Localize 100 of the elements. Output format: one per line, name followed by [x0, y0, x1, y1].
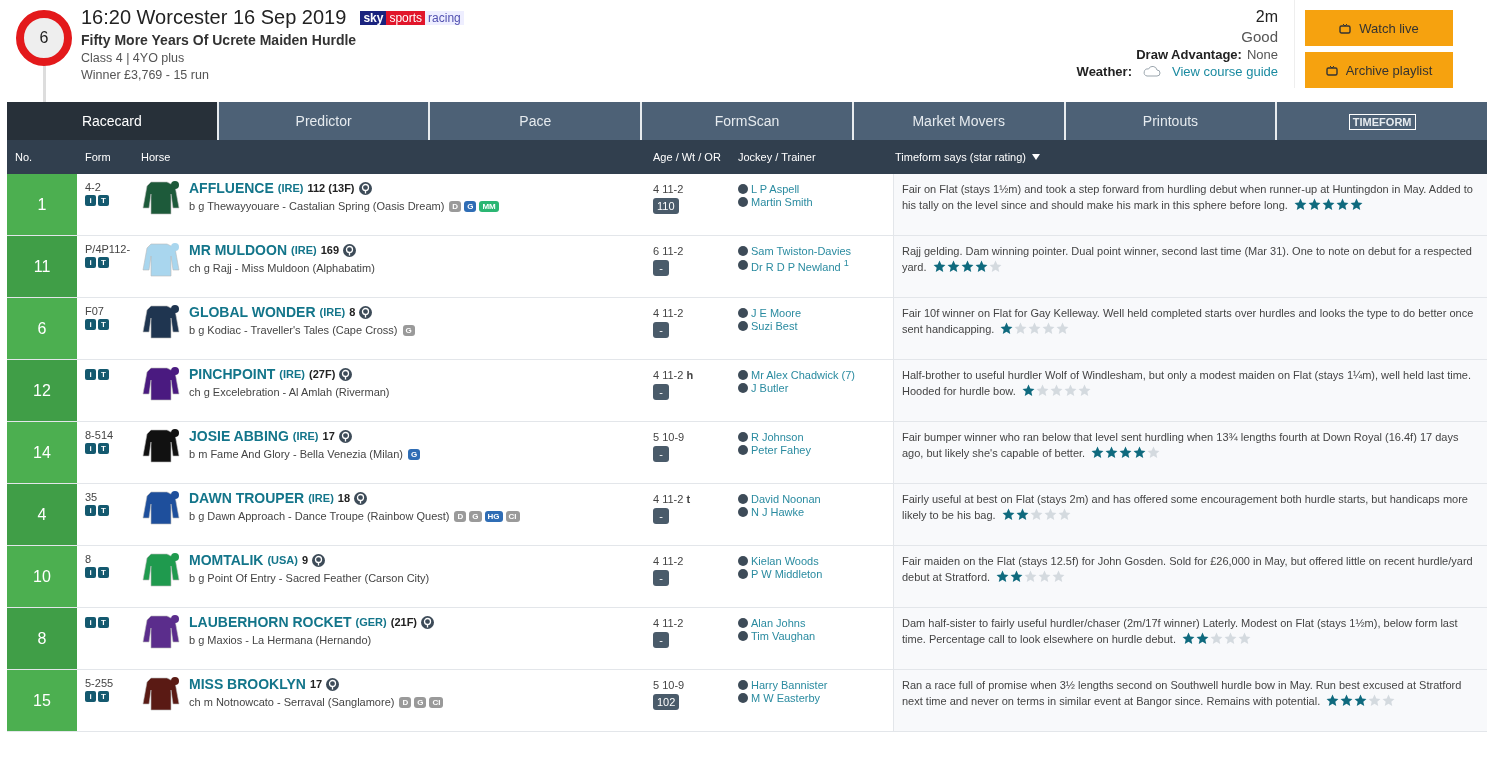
jockey-name[interactable]: David Noonan — [751, 493, 821, 505]
trainer-name[interactable]: Suzi Best — [751, 320, 798, 332]
timeform-comment: Half-brother to useful hurdler Wolf of Windlesham, but only a modest maiden on Flat (stays 1¼m), well held last time. Hooded for hurdle bow. — [902, 369, 1471, 397]
horse-breeding: ch g Rajj - Miss Muldoon (Alphabatim) — [189, 262, 375, 274]
tracker-icon[interactable] — [359, 305, 373, 319]
trainer-name[interactable]: J Butler — [751, 382, 789, 394]
official-rating: 102 — [653, 694, 680, 710]
jockey-name[interactable]: Alan Johns — [751, 617, 806, 629]
trainer-name[interactable]: N J Hawke — [751, 506, 805, 518]
horse-tag: D — [454, 510, 467, 522]
age-weight: 4 11-2 — [653, 307, 685, 319]
trainer-icon — [738, 260, 748, 271]
form-figures: 4-2 — [85, 181, 102, 193]
jockey-icon — [738, 308, 748, 318]
runner-number: 14 — [7, 422, 77, 483]
tracker-icon[interactable] — [358, 181, 372, 195]
horse-name[interactable]: JOSIE ABBING — [189, 428, 289, 444]
form-button[interactable]: i — [85, 691, 96, 702]
horse-name[interactable]: AFFLUENCE — [189, 180, 274, 196]
horse-breeding: b g Maxios - La Hermana (Hernando) — [189, 634, 372, 646]
weather-label: Weather: — [1076, 64, 1132, 79]
race-title: 16:20 Worcester 16 Sep 2019 — [81, 6, 347, 29]
tracker-icon[interactable] — [339, 367, 353, 381]
form-button[interactable]: i — [85, 369, 96, 380]
trainer-icon — [738, 631, 748, 641]
form-button[interactable]: i — [85, 567, 96, 578]
tab[interactable]: Racecard — [7, 102, 219, 140]
tracker-icon[interactable] — [354, 491, 368, 505]
form-button[interactable]: T — [98, 691, 109, 702]
form-button[interactable]: T — [98, 195, 109, 206]
form-button[interactable]: i — [85, 257, 96, 268]
horse-name[interactable]: MOMTALIK — [189, 552, 264, 568]
going: Good — [1241, 28, 1278, 45]
form-button[interactable]: T — [98, 319, 109, 330]
horse-breeding: b m Fame And Glory - Bella Venezia (Milan) — [189, 448, 403, 460]
jockey-icon — [738, 618, 748, 628]
form-button[interactable]: T — [98, 257, 109, 268]
course-guide-link[interactable]: View course guide — [1172, 64, 1278, 79]
horse-name[interactable]: MISS BROOKLYN — [189, 676, 306, 692]
jockey-name[interactable]: R Johnson — [751, 431, 804, 443]
column-header[interactable]: Timeform says (star rating) — [893, 151, 1487, 163]
form-button[interactable]: i — [85, 443, 96, 454]
horse-name[interactable]: LAUBERHORN ROCKET — [189, 614, 352, 630]
trainer-name[interactable]: Dr R D P Newland $^{1}$ — [751, 258, 849, 273]
timeform-comment: Rajj gelding. Dam winning pointer. Dual point winner, second last time (Mar 31). One to note on debut for a respected yard. — [902, 245, 1472, 273]
horse-name[interactable]: GLOBAL WONDER — [189, 304, 316, 320]
race-name: Fifty More Years Of Ucrete Maiden Hurdle — [81, 32, 358, 48]
trainer-name[interactable]: Peter Fahey — [751, 444, 811, 456]
tracker-icon[interactable] — [421, 615, 434, 629]
jockey-name[interactable]: J E Moore — [751, 307, 802, 319]
draw-label: Draw Advantage: — [1136, 47, 1242, 62]
age-weight: 4 11-2 — [653, 617, 685, 629]
horse-rating: 17 — [309, 678, 323, 690]
video-button[interactable]: Watch live — [1305, 10, 1453, 46]
jockey-name[interactable]: Kielan Woods — [751, 555, 819, 567]
horse-rating: 9 — [301, 554, 309, 566]
jockey-name[interactable]: L P Aspell — [751, 183, 800, 195]
jockey-icon — [738, 494, 748, 504]
timeform-comment: Ran a race full of promise when 3½ lengths second on Southwell hurdle bow in May. Run best excused at Stratford next time and never on terms in similar event at Bangor since. Remains with potential. — [902, 679, 1462, 707]
trainer-name[interactable]: Tim Vaughan — [751, 630, 816, 642]
form-button[interactable]: T — [98, 505, 109, 516]
official-rating: - — [653, 570, 669, 586]
jockey-icon — [738, 246, 748, 256]
form-figures: 35 — [85, 491, 99, 503]
horse-name[interactable]: MR MULDOON — [189, 242, 287, 258]
form-button[interactable]: T — [98, 369, 109, 380]
trainer-name[interactable]: P W Middleton — [751, 568, 823, 580]
tracker-icon[interactable] — [338, 429, 352, 443]
horse-origin: (USA) — [267, 554, 298, 566]
tracker-icon[interactable] — [312, 553, 326, 567]
trainer-name[interactable]: M W Easterby — [751, 692, 821, 704]
horse-tag: MM — [479, 200, 499, 212]
jockey-name[interactable]: Mr Alex Chadwick (7) — [751, 369, 855, 381]
trainer-name[interactable]: Martin Smith — [751, 196, 813, 208]
age-weight: 4 11-2 h — [653, 369, 695, 381]
horse-name[interactable]: PINCHPOINT — [189, 366, 276, 382]
jockey-name[interactable]: Sam Twiston-Davies — [751, 245, 852, 257]
column-header: Form — [84, 151, 112, 163]
form-button[interactable]: i — [85, 505, 96, 516]
video-button[interactable]: Archive playlist — [1305, 52, 1453, 88]
tracker-icon[interactable] — [343, 243, 357, 257]
race-number-badge: 6 — [16, 10, 72, 66]
runner-number: 10 — [7, 546, 77, 607]
form-button[interactable]: i — [85, 319, 96, 330]
jockey-name[interactable]: Harry Bannister — [751, 679, 828, 691]
horse-name[interactable]: DAWN TROUPER — [189, 490, 305, 506]
form-button[interactable]: T — [98, 443, 109, 454]
form-button[interactable]: T — [98, 617, 109, 628]
horse-breeding: ch g Excelebration - Al Amlah (Riverman) — [189, 386, 390, 398]
form-figures: P/4P112- — [85, 243, 132, 255]
form-button[interactable]: T — [98, 567, 109, 578]
horse-breeding: b g Thewayyouare - Castalian Spring (Oasis Dream) — [189, 200, 445, 212]
form-button[interactable]: i — [85, 195, 96, 206]
official-rating: - — [653, 384, 669, 400]
tracker-icon[interactable] — [326, 677, 340, 691]
timeform-comment: Fair bumper winner who ran below that level sent hurdling when 13¾ lengths fourth at Down Royal (16.4f) 17 days ago, but likely she's capable of better. — [902, 431, 1459, 459]
timeform-comment: Fair on Flat (stays 1½m) and took a step forward from hurdling debut when runner-up at Huntingdon in May. Added to his tally on the level since and should make his mark in this sphere before long. — [902, 183, 1473, 211]
form-button[interactable]: i — [85, 617, 96, 628]
tv-icon — [1325, 64, 1338, 76]
horse-tag: D — [449, 200, 462, 212]
